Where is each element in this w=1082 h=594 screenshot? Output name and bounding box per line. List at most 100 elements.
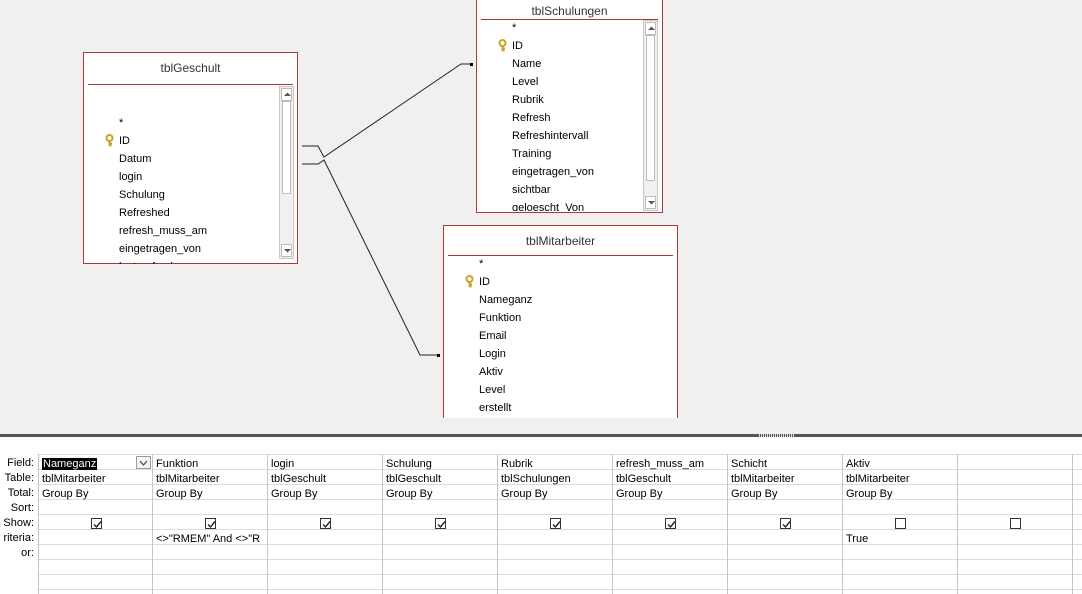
- total-cell[interactable]: [961, 487, 1070, 502]
- field-item[interactable]: Rubrik: [477, 91, 642, 109]
- sort-cell[interactable]: [846, 502, 955, 517]
- criteria-cell[interactable]: <>"RMEM" And <>"R: [156, 532, 265, 547]
- table-title[interactable]: tblMitarbeiter: [444, 234, 677, 248]
- field-item[interactable]: *: [444, 255, 677, 273]
- scroll-down-arrow-icon[interactable]: [281, 244, 292, 257]
- table-cell[interactable]: tblMitarbeiter: [42, 472, 150, 487]
- or-cell[interactable]: [616, 547, 725, 562]
- grid-column[interactable]: Nameganz tblMitarbeiter Group By: [38, 454, 153, 594]
- table-cell[interactable]: tblGeschult: [271, 472, 380, 487]
- field-cell[interactable]: Schulung: [386, 457, 495, 472]
- show-checkbox[interactable]: [435, 518, 446, 529]
- field-cell[interactable]: refresh_muss_am: [616, 457, 725, 472]
- field-item[interactable]: refresh_muss_am: [84, 222, 280, 240]
- query-design-surface[interactable]: tblGeschult * ID Datum login Schulung Refresh…: [0, 0, 1082, 418]
- field-cell[interactable]: login: [271, 457, 380, 472]
- total-cell[interactable]: Group By: [271, 487, 380, 502]
- field-list[interactable]: * ID Datum login Schulung Refreshed refresh_mu…: [84, 84, 280, 264]
- field-item[interactable]: Login: [444, 345, 677, 363]
- field-item[interactable]: Level: [477, 73, 642, 91]
- total-cell[interactable]: Group By: [386, 487, 495, 502]
- field-item[interactable]: sichtbar: [477, 181, 642, 199]
- table-title[interactable]: tblSchulungen: [477, 4, 662, 18]
- sort-cell[interactable]: [42, 502, 150, 517]
- show-checkbox[interactable]: [1010, 518, 1021, 529]
- sort-cell[interactable]: [386, 502, 495, 517]
- or-cell[interactable]: [731, 547, 840, 562]
- sort-cell[interactable]: [501, 502, 610, 517]
- criteria-cell[interactable]: [271, 532, 380, 547]
- field-cell[interactable]: Aktiv: [846, 457, 955, 472]
- criteria-cell[interactable]: [42, 532, 150, 547]
- scroll-up-arrow-icon[interactable]: [281, 88, 292, 101]
- field-item[interactable]: Refreshed: [84, 204, 280, 222]
- or-cell[interactable]: [42, 547, 150, 562]
- field-cell[interactable]: Rubrik: [501, 457, 610, 472]
- grid-column[interactable]: Aktiv tblMitarbeiter Group By True: [843, 454, 958, 594]
- grid-column[interactable]: refresh_muss_am tblGeschult Group By: [613, 454, 728, 594]
- grid-column[interactable]: Rubrik tblSchulungen Group By: [498, 454, 613, 594]
- field-item[interactable]: Refresh: [477, 109, 642, 127]
- field-cell[interactable]: Nameganz: [42, 457, 150, 472]
- scroll-thumb[interactable]: [646, 35, 655, 181]
- criteria-cell[interactable]: [501, 532, 610, 547]
- field-item[interactable]: Name: [477, 55, 642, 73]
- field-list[interactable]: * ID Name Level Rubrik Refresh Refreshinterval…: [477, 19, 642, 211]
- field-item[interactable]: Datum: [84, 150, 280, 168]
- show-checkbox[interactable]: [665, 518, 676, 529]
- sort-cell[interactable]: [156, 502, 265, 517]
- total-cell[interactable]: Group By: [501, 487, 610, 502]
- total-cell[interactable]: Group By: [156, 487, 265, 502]
- sort-cell[interactable]: [616, 502, 725, 517]
- vertical-scrollbar[interactable]: [643, 20, 658, 211]
- field-item[interactable]: geloescht_Von: [477, 199, 642, 211]
- sort-cell[interactable]: [271, 502, 380, 517]
- table-cell[interactable]: tblMitarbeiter: [846, 472, 955, 487]
- field-item[interactable]: *: [477, 19, 642, 37]
- grid-column[interactable]: login tblGeschult Group By: [268, 454, 383, 594]
- or-cell[interactable]: [271, 547, 380, 562]
- show-checkbox[interactable]: [550, 518, 561, 529]
- grid-column[interactable]: Schulung tblGeschult Group By: [383, 454, 498, 594]
- table-tblMitarbeiter[interactable]: tblMitarbeiter * ID Nameganz Funktion Email L…: [443, 225, 678, 418]
- field-item[interactable]: Aktiv: [444, 363, 677, 381]
- table-cell[interactable]: tblGeschult: [386, 472, 495, 487]
- or-cell[interactable]: [846, 547, 955, 562]
- field-item[interactable]: Level: [444, 381, 677, 399]
- query-design-grid[interactable]: Field: Table: Total: Sort: Show: riteria: or: …: [0, 437, 1082, 594]
- field-item[interactable]: Schulung: [84, 186, 280, 204]
- show-checkbox[interactable]: [320, 518, 331, 529]
- show-checkbox[interactable]: [895, 518, 906, 529]
- criteria-cell[interactable]: [961, 532, 1070, 547]
- sort-cell[interactable]: [961, 502, 1070, 517]
- criteria-cell[interactable]: True: [846, 532, 955, 547]
- or-cell[interactable]: [961, 547, 1070, 562]
- scroll-thumb[interactable]: [282, 101, 291, 194]
- table-cell[interactable]: tblGeschult: [616, 472, 725, 487]
- field-list[interactable]: * ID Nameganz Funktion Email Login Aktiv Level e…: [444, 255, 677, 418]
- field-item[interactable]: Training: [477, 145, 642, 163]
- vertical-scrollbar[interactable]: [279, 86, 294, 259]
- grid-column[interactable]: [958, 454, 1073, 594]
- pane-splitter[interactable]: [0, 418, 1082, 437]
- criteria-cell[interactable]: [616, 532, 725, 547]
- field-cell[interactable]: [961, 457, 1070, 472]
- field-item[interactable]: erstellt: [444, 399, 677, 417]
- field-item[interactable]: ID: [84, 132, 280, 150]
- criteria-cell[interactable]: [386, 532, 495, 547]
- table-title[interactable]: tblGeschult: [84, 61, 297, 75]
- show-checkbox[interactable]: [91, 518, 102, 529]
- table-cell[interactable]: tblMitarbeiter: [156, 472, 265, 487]
- sort-cell[interactable]: [731, 502, 840, 517]
- show-checkbox[interactable]: [780, 518, 791, 529]
- show-checkbox[interactable]: [205, 518, 216, 529]
- table-tblGeschult[interactable]: tblGeschult * ID Datum login Schulung Refresh…: [83, 52, 298, 264]
- scroll-down-arrow-icon[interactable]: [645, 196, 656, 209]
- scroll-up-arrow-icon[interactable]: [645, 22, 656, 35]
- field-dropdown-icon[interactable]: [136, 456, 151, 469]
- table-cell[interactable]: [961, 472, 1070, 487]
- total-cell[interactable]: Group By: [42, 487, 150, 502]
- field-cell[interactable]: Schicht: [731, 457, 840, 472]
- field-item[interactable]: last_refresh_von: [84, 258, 280, 264]
- total-cell[interactable]: Group By: [846, 487, 955, 502]
